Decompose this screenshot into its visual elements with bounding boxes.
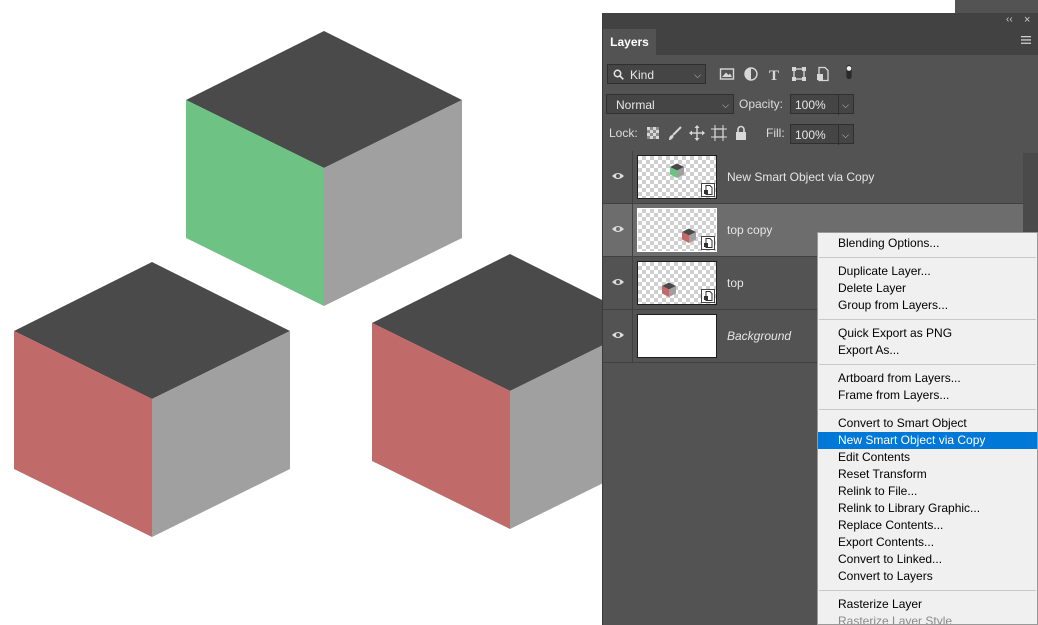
eye-icon [612,332,624,338]
menu-item-reset-transform[interactable]: Reset Transform [818,466,1037,483]
menu-item-rasterize-layer-style: Rasterize Layer Style [838,614,953,625]
panel-header: ‹‹ × [603,13,1038,29]
panel-tab-row: Layers [603,29,1038,55]
lock-transparent-pixels-icon[interactable] [645,125,661,141]
fill-field[interactable]: 100% ⌵ [790,124,854,145]
chevron-down-icon: ⌵ [838,125,849,145]
cube-red-right [372,254,602,529]
menu-item-replace-contents[interactable]: Replace Contents... [818,517,1037,534]
search-icon [613,69,624,80]
svg-text:T: T [769,68,779,82]
opacity-value: 100% [795,98,826,112]
menu-item-export-contents[interactable]: Export Contents... [818,534,1037,551]
menu-item-convert-to-smart-object[interactable]: Convert to Smart Object [818,415,1037,432]
lock-artboard-icon[interactable] [711,125,727,141]
lock-position-icon[interactable] [689,125,705,141]
eye-icon [612,226,624,232]
layer-name: Background [727,329,792,343]
menu-item-convert-to-layers[interactable]: Convert to Layers [818,568,1037,585]
chevron-down-icon: ⌵ [722,100,729,110]
smart-object-badge-icon [701,236,715,250]
smart-object-filter-icon[interactable] [815,66,831,82]
visibility-toggle[interactable] [603,257,633,310]
close-panel-icon[interactable]: × [1024,14,1030,26]
menu-separator [819,409,1036,410]
layer-thumbnail [637,261,717,305]
tab-layers[interactable]: Layers [603,29,656,55]
smart-object-badge-icon [701,289,715,303]
shape-filter-icon[interactable] [791,66,807,82]
menu-item-artboard-from-layers[interactable]: Artboard from Layers... [818,370,1037,387]
collapse-panel-icon[interactable]: ‹‹ [1006,14,1013,25]
blend-mode-value: Normal [616,98,655,112]
layer-thumbnail [637,155,717,199]
cube-red-left [14,262,290,537]
layer-name: top copy [727,223,773,237]
cube-green [186,31,462,306]
layer-name: top [727,276,744,290]
fill-label: Fill: [766,126,785,140]
lock-label: Lock: [609,126,638,140]
menu-item-frame-from-layers[interactable]: Frame from Layers... [818,387,1037,404]
menu-item-delete-layer[interactable]: Delete Layer [818,280,1037,297]
panel-menu-icon[interactable] [1021,35,1031,45]
menu-separator [819,364,1036,365]
image-filter-icon[interactable] [719,66,735,82]
filter-kind-value: Kind [630,68,655,82]
visibility-toggle[interactable] [603,310,633,363]
layer-thumbnail [637,208,717,252]
menu-item-edit-contents[interactable]: Edit Contents [818,449,1037,466]
filter-toggle-icon[interactable] [841,64,857,80]
type-filter-icon[interactable]: T [767,66,783,82]
chevron-down-icon: ⌵ [694,70,701,80]
menu-separator [819,257,1036,258]
blend-mode-dropdown[interactable]: Normal ⌵ [606,94,734,114]
panel-dock-strip [955,0,1038,13]
layer-row[interactable]: New Smart Object via Copy [603,151,1023,204]
cube-thumbnail [670,163,684,178]
eye-icon [612,173,624,179]
chevron-down-icon: ⌵ [838,95,849,115]
menu-item-new-smart-object-via-copy[interactable]: New Smart Object via Copy [818,432,1037,449]
layer-thumbnail [637,314,717,358]
menu-item-group-from-layers[interactable]: Group from Layers... [818,297,1037,314]
menu-item-relink-to-file[interactable]: Relink to File... [818,483,1037,500]
cube-thumbnail [662,282,676,297]
adjustment-filter-icon[interactable] [743,66,759,82]
fill-value: 100% [795,128,826,142]
menu-separator [819,590,1036,591]
document-canvas[interactable] [0,0,602,625]
menu-item-export-as[interactable]: Export As... [818,342,1037,359]
filter-kind-dropdown[interactable]: Kind ⌵ [607,64,706,84]
menu-item-rasterize-layer[interactable]: Rasterize Layer [818,596,1037,613]
visibility-toggle[interactable] [603,204,633,257]
lock-all-icon[interactable] [733,125,749,141]
menu-item-blending-options[interactable]: Blending Options... [818,235,1037,252]
lock-image-pixels-icon[interactable] [667,125,683,141]
layer-context-menu: Blending Options... Duplicate Layer... D… [817,232,1038,625]
opacity-label: Opacity: [739,97,784,111]
menu-item-convert-to-linked[interactable]: Convert to Linked... [818,551,1037,568]
menu-item-quick-export-png[interactable]: Quick Export as PNG [818,325,1037,342]
menu-item-duplicate-layer[interactable]: Duplicate Layer... [818,263,1037,280]
opacity-field[interactable]: 100% ⌵ [790,94,854,115]
cube-thumbnail [682,228,696,243]
layer-name: New Smart Object via Copy [727,170,875,184]
visibility-toggle[interactable] [603,151,633,204]
menu-item-relink-to-library-graphic[interactable]: Relink to Library Graphic... [818,500,1037,517]
eye-icon [612,279,624,285]
menu-separator [819,319,1036,320]
smart-object-badge-icon [701,183,715,197]
